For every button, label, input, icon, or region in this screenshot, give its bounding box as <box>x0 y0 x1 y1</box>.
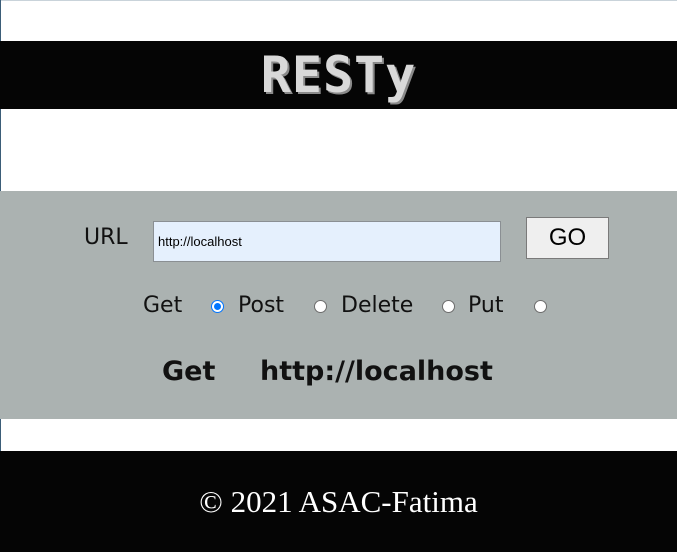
url-label: URL <box>84 225 128 250</box>
method-label-get: Get <box>143 293 183 318</box>
go-button[interactable]: GO <box>526 217 609 259</box>
radio-delete[interactable] <box>442 300 455 313</box>
method-label-post: Post <box>238 293 285 318</box>
app-header: RESTy <box>0 41 677 109</box>
url-input[interactable] <box>153 221 501 262</box>
result-method: Get <box>162 356 216 387</box>
app-footer: © 2021 ASAC-Fatima <box>0 451 677 552</box>
app-title: RESTy <box>260 46 417 104</box>
radio-get[interactable] <box>211 300 224 313</box>
radio-put[interactable] <box>534 300 547 313</box>
radio-post[interactable] <box>314 300 327 313</box>
method-label-put: Put <box>468 293 504 318</box>
method-label-delete: Delete <box>341 293 414 318</box>
result-url: http://localhost <box>260 356 493 387</box>
copyright-text: © 2021 ASAC-Fatima <box>199 484 478 519</box>
top-border <box>0 0 677 1</box>
